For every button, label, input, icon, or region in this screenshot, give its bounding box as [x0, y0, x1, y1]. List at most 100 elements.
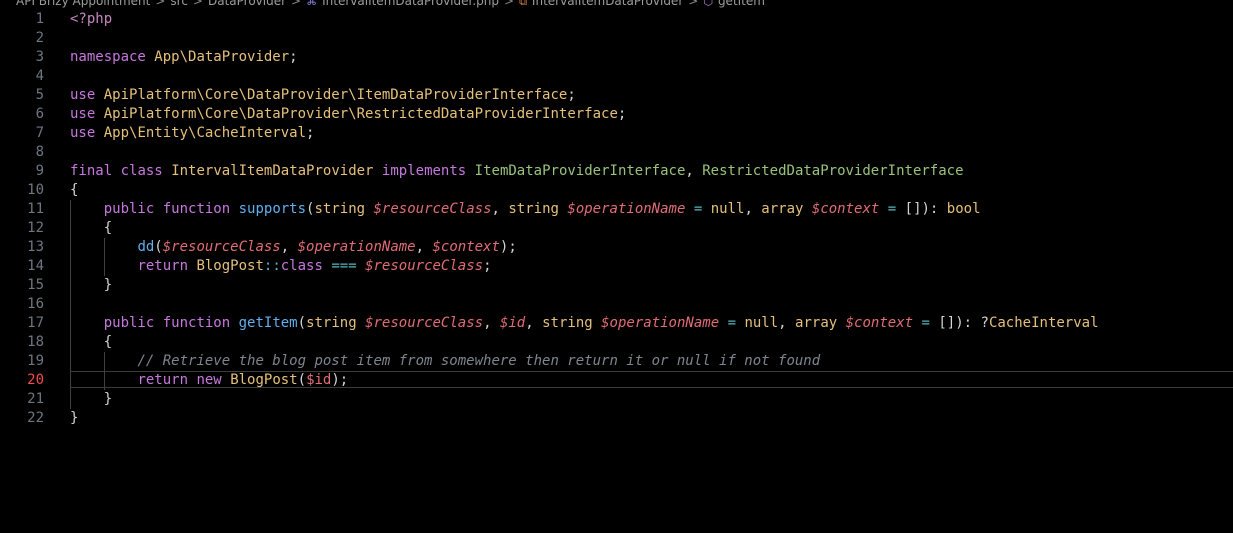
code-token: (: [297, 315, 307, 331]
line-number: 21: [27, 391, 44, 407]
code-line[interactable]: 12 {: [0, 219, 1233, 238]
code-token: App\Entity\CacheInterval: [103, 125, 307, 141]
line-number: 16: [27, 296, 44, 312]
line-number: 8: [35, 144, 44, 160]
code-token: use: [70, 106, 96, 122]
code-line[interactable]: 13 dd($resourceClass, $operationName, $c…: [0, 238, 1233, 257]
code-token: $context: [432, 239, 500, 255]
code-token: ,: [483, 315, 500, 331]
code-token: $operationName: [567, 201, 686, 217]
code-token: $context: [811, 201, 880, 217]
line-number: 2: [35, 30, 44, 46]
code-token: final: [70, 163, 113, 179]
code-line[interactable]: 2: [0, 29, 1233, 48]
code-editor[interactable]: 1 <?php 2 3 namespace App\DataProvider; 4 5 use…: [0, 10, 1233, 533]
line-number: 17: [27, 315, 44, 331]
code-line[interactable]: 17 public function getItem(string $resou…: [0, 314, 1233, 333]
code-token: // Retrieve the blog post item from some…: [137, 353, 821, 369]
line-number: 20: [27, 372, 44, 388]
line-number: 13: [27, 239, 44, 255]
code-line[interactable]: 11 public function supports(string $reso…: [0, 200, 1233, 219]
code-token: ApiPlatform\Core\DataProvider\Restricted…: [103, 106, 618, 122]
code-text: namespace App\DataProvider;: [70, 48, 298, 67]
code-line[interactable]: 8: [0, 143, 1233, 162]
line-number: 3: [35, 49, 44, 65]
code-token: (: [154, 239, 163, 255]
code-token: class: [120, 163, 163, 179]
code-token: public: [103, 315, 155, 331]
code-token: ,: [491, 201, 509, 217]
code-token: []): ?: [938, 315, 989, 331]
line-number: 22: [27, 410, 44, 426]
code-token: ,: [280, 239, 298, 255]
code-token: string: [542, 315, 593, 331]
breadcrumb-item[interactable]: IntervalItemDataProvider.php: [320, 0, 501, 8]
code-text: {: [70, 333, 112, 352]
code-token: BlogPost: [196, 258, 264, 274]
code-token: IntervalItemDataProvider: [171, 163, 374, 179]
code-line[interactable]: 14 return BlogPost::class === $resourceC…: [0, 257, 1233, 276]
line-number: 10: [27, 182, 44, 198]
code-token: return: [137, 372, 189, 388]
code-text: }: [70, 276, 112, 295]
code-line[interactable]: 16: [0, 295, 1233, 314]
code-token: App\DataProvider: [154, 49, 290, 65]
code-token: ;: [289, 49, 298, 65]
code-line[interactable]: 10 {: [0, 181, 1233, 200]
breadcrumb-item[interactable]: getItem: [716, 0, 767, 8]
code-token: string: [314, 201, 366, 217]
code-text: {: [70, 219, 112, 238]
code-line[interactable]: 7 use App\Entity\CacheInterval;: [0, 124, 1233, 143]
code-token: {: [70, 182, 79, 198]
code-token: implements: [381, 163, 467, 179]
code-line[interactable]: 21 }: [0, 390, 1233, 409]
code-token: $context: [845, 315, 914, 331]
code-line[interactable]: 9 final class IntervalItemDataProvider im…: [0, 162, 1233, 181]
method-icon: ⬡: [703, 0, 713, 8]
code-token: null: [710, 201, 745, 217]
code-token: null: [744, 315, 779, 331]
code-token: ,: [525, 315, 543, 331]
code-line[interactable]: 5 use ApiPlatform\Core\DataProvider\ItemD…: [0, 86, 1233, 105]
code-token: }: [70, 410, 79, 426]
code-line[interactable]: 4: [0, 67, 1233, 86]
code-line[interactable]: 18 {: [0, 333, 1233, 352]
code-token: =: [921, 315, 930, 331]
code-token: new: [196, 372, 222, 388]
breadcrumb-item[interactable]: API Brizy Appointment: [0, 0, 152, 8]
line-number: 6: [35, 106, 44, 122]
breadcrumb-item[interactable]: IntervalItemDataProvider: [530, 0, 685, 8]
code-line[interactable]: 15 }: [0, 276, 1233, 295]
code-line[interactable]: 20 return new BlogPost($id);: [0, 371, 1233, 390]
code-token: {: [103, 334, 113, 350]
code-token: $resourceClass: [365, 315, 484, 331]
code-text: // Retrieve the blog post item from some…: [70, 352, 820, 371]
breadcrumb-item[interactable]: src: [168, 0, 190, 8]
code-token: $id: [306, 372, 332, 388]
code-line[interactable]: 22}: [0, 409, 1233, 428]
code-line[interactable]: 3 namespace App\DataProvider;: [0, 48, 1233, 67]
code-token: }: [103, 391, 113, 407]
breadcrumb-item[interactable]: DataProvider: [206, 0, 288, 8]
code-token: []):: [904, 201, 947, 217]
code-line[interactable]: 6 use ApiPlatform\Core\DataProvider\Restr…: [0, 105, 1233, 124]
code-token: namespace: [70, 49, 146, 65]
code-line[interactable]: 1 <?php: [0, 10, 1233, 29]
code-text: public function getItem(string $resource…: [70, 314, 1099, 333]
php-file-icon: ⌘: [306, 0, 318, 8]
class-icon: ⧉: [519, 0, 527, 8]
code-line[interactable]: 19 // Retrieve the blog post item from s…: [0, 352, 1233, 371]
